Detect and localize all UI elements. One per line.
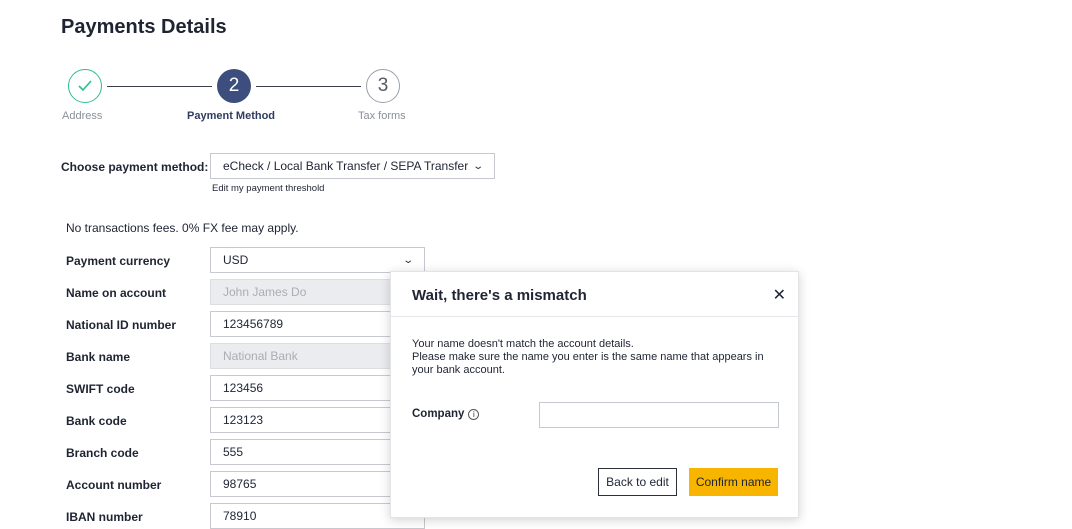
name-on-account-label: Name on account bbox=[66, 286, 167, 300]
confirm-name-button[interactable]: Confirm name bbox=[689, 468, 778, 496]
payment-method-value: eCheck / Local Bank Transfer / SEPA Tran… bbox=[223, 159, 469, 173]
bank-name-label: Bank name bbox=[66, 350, 131, 364]
dialog-divider bbox=[391, 316, 798, 317]
company-input[interactable] bbox=[539, 402, 779, 428]
edit-threshold-link[interactable]: Edit my payment threshold bbox=[212, 183, 324, 194]
step-tax-forms[interactable]: 3 bbox=[366, 69, 400, 103]
dialog-title: Wait, there's a mismatch bbox=[412, 287, 587, 304]
checkmark-icon bbox=[78, 80, 92, 92]
info-icon[interactable]: i bbox=[468, 409, 480, 420]
company-label-text: Company bbox=[412, 408, 465, 420]
step-payment-method[interactable]: 2 bbox=[217, 69, 251, 103]
step-address-done[interactable] bbox=[68, 69, 102, 103]
page-title: Payments Details bbox=[61, 16, 227, 38]
company-label: Company i bbox=[412, 408, 480, 420]
step-label-tax-forms: Tax forms bbox=[358, 110, 406, 122]
currency-value: USD bbox=[223, 253, 249, 267]
fees-note: No transactions fees. 0% FX fee may appl… bbox=[66, 221, 299, 235]
step-label-payment-method: Payment Method bbox=[187, 110, 276, 122]
payment-method-select[interactable]: eCheck / Local Bank Transfer / SEPA Tran… bbox=[210, 153, 495, 179]
branch-code-label: Branch code bbox=[66, 446, 139, 460]
back-to-edit-button[interactable]: Back to edit bbox=[598, 468, 677, 496]
iban-label: IBAN number bbox=[66, 510, 143, 524]
swift-code-label: SWIFT code bbox=[66, 382, 135, 396]
chevron-down-icon: ⌄ bbox=[471, 160, 484, 172]
mismatch-dialog: Wait, there's a mismatch ✕ Your name doe… bbox=[390, 271, 799, 518]
step-label-address: Address bbox=[62, 110, 103, 122]
national-id-label: National ID number bbox=[66, 318, 177, 332]
dialog-message-line: Your name doesn't match the account deta… bbox=[412, 338, 634, 350]
stepper-connector bbox=[256, 86, 361, 87]
dialog-message: Your name doesn't match the account deta… bbox=[412, 338, 782, 377]
bank-code-label: Bank code bbox=[66, 414, 127, 428]
account-number-label: Account number bbox=[66, 478, 162, 492]
stepper-connector bbox=[107, 86, 212, 87]
dialog-message-line: Please make sure the name you enter is t… bbox=[412, 351, 764, 376]
currency-select[interactable]: USD ⌄ bbox=[210, 247, 425, 273]
currency-label: Payment currency bbox=[66, 254, 171, 268]
chevron-down-icon: ⌄ bbox=[401, 254, 414, 266]
payment-method-label: Choose payment method: bbox=[61, 160, 209, 174]
close-icon[interactable]: ✕ bbox=[773, 285, 786, 305]
